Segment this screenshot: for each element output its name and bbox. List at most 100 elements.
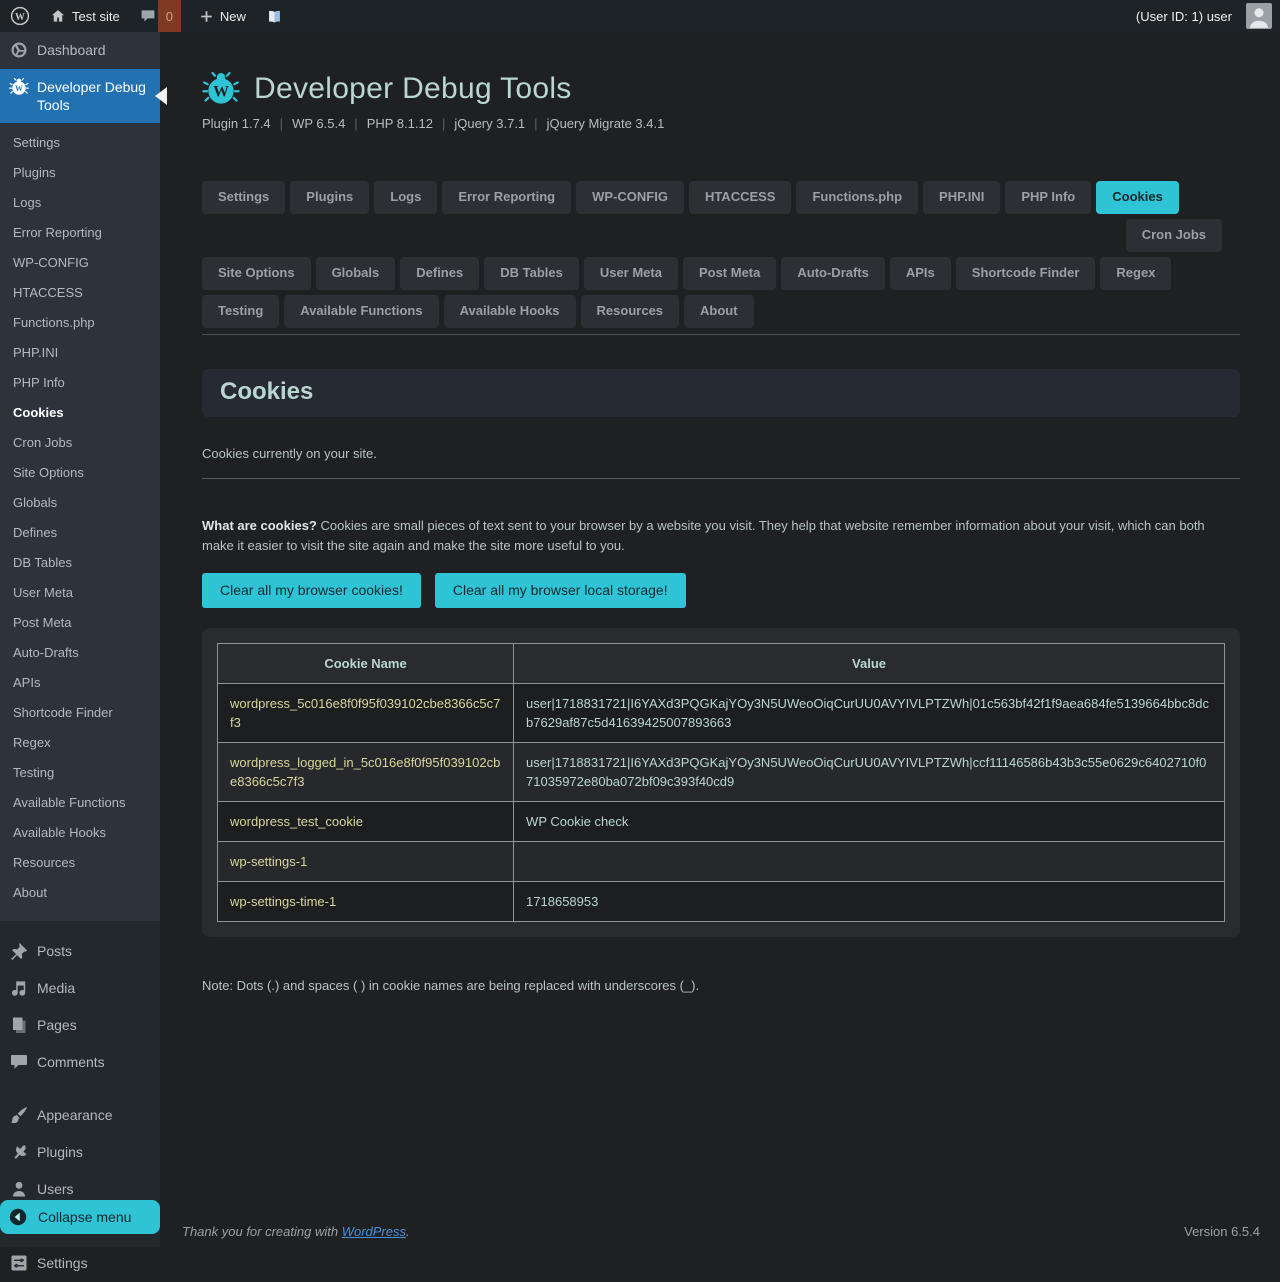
sidebar-item-dashboard[interactable]: Dashboard (0, 32, 160, 69)
svg-text:W: W (213, 84, 229, 101)
ddt-submenu-item-auto-drafts[interactable]: Auto-Drafts (0, 637, 160, 667)
sidebar-item-pages[interactable]: Pages (0, 1007, 160, 1044)
plugin-bug-logo-icon: W (202, 70, 240, 108)
ddt-submenu-item-shortcode-finder[interactable]: Shortcode Finder (0, 697, 160, 727)
sidebar-item-developer-debug-tools[interactable]: W Developer Debug Tools (0, 69, 160, 123)
ddt-submenu-item-wp-config[interactable]: WP-CONFIG (0, 247, 160, 277)
comment-count-badge[interactable]: 0 (158, 0, 181, 32)
ddt-submenu-item-globals[interactable]: Globals (0, 487, 160, 517)
settings-icon (9, 1253, 29, 1273)
sidebar-item-posts[interactable]: Posts (0, 933, 160, 970)
ddt-submenu-item-logs[interactable]: Logs (0, 187, 160, 217)
tab-site-options[interactable]: Site Options (202, 257, 311, 290)
tab-shortcode-finder[interactable]: Shortcode Finder (956, 257, 1096, 290)
pin-icon (9, 941, 29, 961)
media-icon (9, 978, 29, 998)
new-label: New (220, 9, 246, 24)
column-header-cookie-name: Cookie Name (218, 644, 514, 684)
wordpress-link[interactable]: WordPress (342, 1224, 406, 1239)
table-row: wordpress_5c016e8f0f95f039102cbe8366c5c7… (218, 684, 1225, 743)
tab-globals[interactable]: Globals (316, 257, 396, 290)
user-info-label[interactable]: (User ID: 1) user (1136, 9, 1238, 24)
tab-available-functions[interactable]: Available Functions (284, 295, 438, 328)
sidebar-item-plugins[interactable]: Plugins (0, 1134, 160, 1171)
users-icon (9, 1179, 29, 1199)
tab-wp-config[interactable]: WP-CONFIG (576, 181, 684, 214)
cookie-name-cell: wordpress_test_cookie (218, 802, 514, 842)
new-content-button[interactable]: New (189, 0, 256, 32)
svg-text:W: W (15, 84, 23, 93)
menu-separator (0, 1081, 160, 1097)
clear-local-storage-button[interactable]: Clear all my browser local storage! (435, 573, 686, 608)
ddt-submenu-item-resources[interactable]: Resources (0, 847, 160, 877)
footer-version: Version 6.5.4 (1184, 1224, 1260, 1239)
clear-cookies-button[interactable]: Clear all my browser cookies! (202, 573, 421, 608)
site-name-label: Test site (72, 9, 120, 24)
ddt-submenu-item-functions-php[interactable]: Functions.php (0, 307, 160, 337)
sidebar-item-label: Plugins (37, 1143, 83, 1161)
home-icon (50, 8, 66, 24)
site-name-link[interactable]: Test site (40, 0, 130, 32)
clear-buttons-row: Clear all my browser cookies! Clear all … (202, 573, 1240, 608)
ddt-submenu-item-error-reporting[interactable]: Error Reporting (0, 217, 160, 247)
ddt-submenu-item-apis[interactable]: APIs (0, 667, 160, 697)
meta-item: Plugin 1.7.4 (202, 116, 271, 131)
ddt-submenu-item-php-info[interactable]: PHP Info (0, 367, 160, 397)
tab-php-info[interactable]: PHP Info (1005, 181, 1091, 214)
sidebar-item-label: Comments (37, 1053, 105, 1071)
ddt-submenu-item-settings[interactable]: Settings (0, 127, 160, 157)
tab-testing[interactable]: Testing (202, 295, 279, 328)
user-avatar[interactable] (1246, 3, 1272, 29)
sidebar-item-appearance[interactable]: Appearance (0, 1097, 160, 1134)
collapse-menu-button[interactable]: Collapse menu (0, 1200, 160, 1234)
tab-db-tables[interactable]: DB Tables (484, 257, 579, 290)
sidebar-item-settings[interactable]: Settings (0, 1245, 160, 1282)
tab-logs[interactable]: Logs (374, 181, 437, 214)
tab-about[interactable]: About (684, 295, 754, 328)
ddt-submenu-item-db-tables[interactable]: DB Tables (0, 547, 160, 577)
tab-auto-drafts[interactable]: Auto-Drafts (781, 257, 885, 290)
ddt-submenu-item-regex[interactable]: Regex (0, 727, 160, 757)
bug-icon: W (9, 77, 29, 97)
ddt-submenu-item-available-hooks[interactable]: Available Hooks (0, 817, 160, 847)
tab-regex[interactable]: Regex (1100, 257, 1171, 290)
sidebar-item-label: Posts (37, 942, 72, 960)
tab-apis[interactable]: APIs (890, 257, 951, 290)
tab-cron-jobs[interactable]: Cron Jobs (1126, 219, 1222, 252)
plugin-header: W Developer Debug Tools (202, 70, 1240, 108)
cookie-value-cell (514, 842, 1225, 882)
ddt-submenu-item-cookies[interactable]: Cookies (0, 397, 160, 427)
wordpress-logo-icon[interactable]: W (0, 0, 40, 32)
ddt-submenu-item-post-meta[interactable]: Post Meta (0, 607, 160, 637)
tab-htaccess[interactable]: HTACCESS (689, 181, 792, 214)
meta-separator: | (271, 116, 292, 131)
ddt-submenu-item-htaccess[interactable]: HTACCESS (0, 277, 160, 307)
ddt-submenu-item-site-options[interactable]: Site Options (0, 457, 160, 487)
ddt-submenu-item-available-functions[interactable]: Available Functions (0, 787, 160, 817)
ddt-submenu-item-user-meta[interactable]: User Meta (0, 577, 160, 607)
tab-settings[interactable]: Settings (202, 181, 285, 214)
tab-functions-php[interactable]: Functions.php (796, 181, 918, 214)
sidebar-item-media[interactable]: Media (0, 970, 160, 1007)
tab-error-reporting[interactable]: Error Reporting (442, 181, 571, 214)
meta-separator: | (433, 116, 454, 131)
ddt-submenu-item-defines[interactable]: Defines (0, 517, 160, 547)
sidebar-item-comments[interactable]: Comments (0, 1044, 160, 1081)
tab-php-ini[interactable]: PHP.INI (923, 181, 1000, 214)
tab-available-hooks[interactable]: Available Hooks (444, 295, 576, 328)
meta-item: WP 6.5.4 (292, 116, 345, 131)
tab-resources[interactable]: Resources (581, 295, 679, 328)
ddt-submenu-item-testing[interactable]: Testing (0, 757, 160, 787)
tab-cookies[interactable]: Cookies (1096, 181, 1179, 214)
ddt-submenu-item-cron-jobs[interactable]: Cron Jobs (0, 427, 160, 457)
ddt-submenu-item-about[interactable]: About (0, 877, 160, 907)
tab-plugins[interactable]: Plugins (290, 181, 369, 214)
ddt-submenu-item-php-ini[interactable]: PHP.INI (0, 337, 160, 367)
ddt-submenu-item-plugins[interactable]: Plugins (0, 157, 160, 187)
tab-user-meta[interactable]: User Meta (584, 257, 678, 290)
tab-defines[interactable]: Defines (400, 257, 479, 290)
debug-book-button[interactable] (256, 0, 293, 32)
sidebar-item-label: Developer Debug Tools (37, 78, 152, 114)
tab-post-meta[interactable]: Post Meta (683, 257, 776, 290)
sidebar-item-label: Media (37, 979, 75, 997)
